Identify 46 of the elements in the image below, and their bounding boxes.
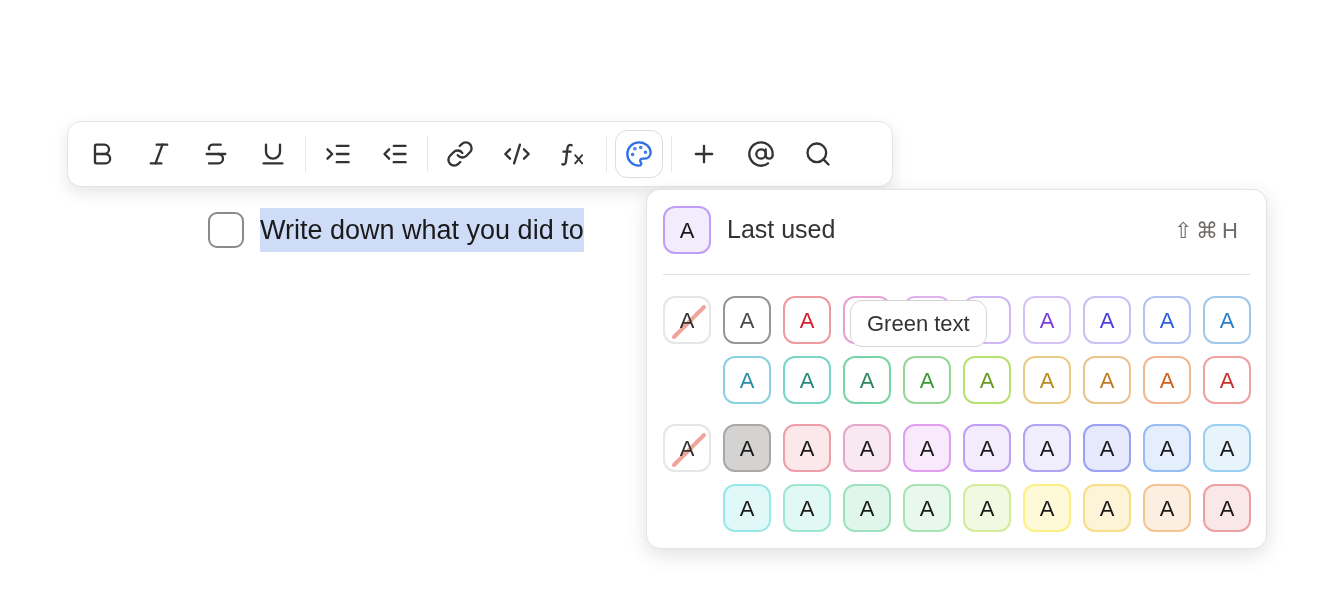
color-swatch[interactable]: A: [1203, 424, 1251, 472]
color-swatch[interactable]: A: [723, 484, 771, 532]
color-swatch[interactable]: A: [1083, 484, 1131, 532]
shortcut-key: ⌘: [1196, 213, 1219, 247]
last-used-label: Last used: [727, 214, 836, 246]
color-swatch[interactable]: A: [1083, 296, 1131, 344]
color-swatch[interactable]: A: [723, 424, 771, 472]
at-sign-icon: [747, 140, 775, 168]
color-swatch[interactable]: A: [1023, 484, 1071, 532]
color-swatch[interactable]: A: [783, 296, 831, 344]
color-swatch[interactable]: A: [843, 424, 891, 472]
slash-icon: [671, 432, 707, 468]
search-icon: [804, 140, 832, 168]
color-swatch[interactable]: A: [1023, 296, 1071, 344]
color-swatch[interactable]: A: [783, 356, 831, 404]
color-swatch[interactable]: A: [903, 424, 951, 472]
shortcut-key: ⇧: [1174, 213, 1193, 247]
color-swatch[interactable]: A: [843, 484, 891, 532]
color-swatch[interactable]: A: [663, 206, 711, 254]
color-swatch[interactable]: A: [903, 484, 951, 532]
color-swatch[interactable]: A: [1203, 484, 1251, 532]
no-color-swatch[interactable]: A: [663, 424, 711, 472]
color-swatch[interactable]: A: [1203, 296, 1251, 344]
color-swatch[interactable]: A: [1083, 424, 1131, 472]
no-color-swatch[interactable]: A: [663, 296, 711, 344]
color-swatch[interactable]: A: [843, 356, 891, 404]
color-swatch[interactable]: A: [1023, 424, 1071, 472]
checkbox[interactable]: [208, 212, 244, 248]
color-swatch[interactable]: A: [783, 424, 831, 472]
color-swatch[interactable]: A: [903, 356, 951, 404]
tooltip: Green text: [850, 300, 987, 347]
color-swatch[interactable]: A: [783, 484, 831, 532]
palette-icon: [625, 140, 653, 168]
task-text: Write down what you did to: [260, 208, 584, 252]
color-swatch[interactable]: A: [723, 356, 771, 404]
color-swatch[interactable]: A: [1143, 424, 1191, 472]
color-swatch[interactable]: A: [723, 296, 771, 344]
color-swatch[interactable]: A: [963, 424, 1011, 472]
color-swatch[interactable]: A: [1203, 356, 1251, 404]
link-icon: [446, 140, 474, 168]
slash-icon: [671, 304, 707, 340]
shortcut-key: H: [1222, 213, 1238, 247]
color-swatch[interactable]: A: [1143, 484, 1191, 532]
color-swatch[interactable]: A: [1143, 296, 1191, 344]
color-swatch[interactable]: A: [963, 484, 1011, 532]
color-swatch[interactable]: A: [1143, 356, 1191, 404]
